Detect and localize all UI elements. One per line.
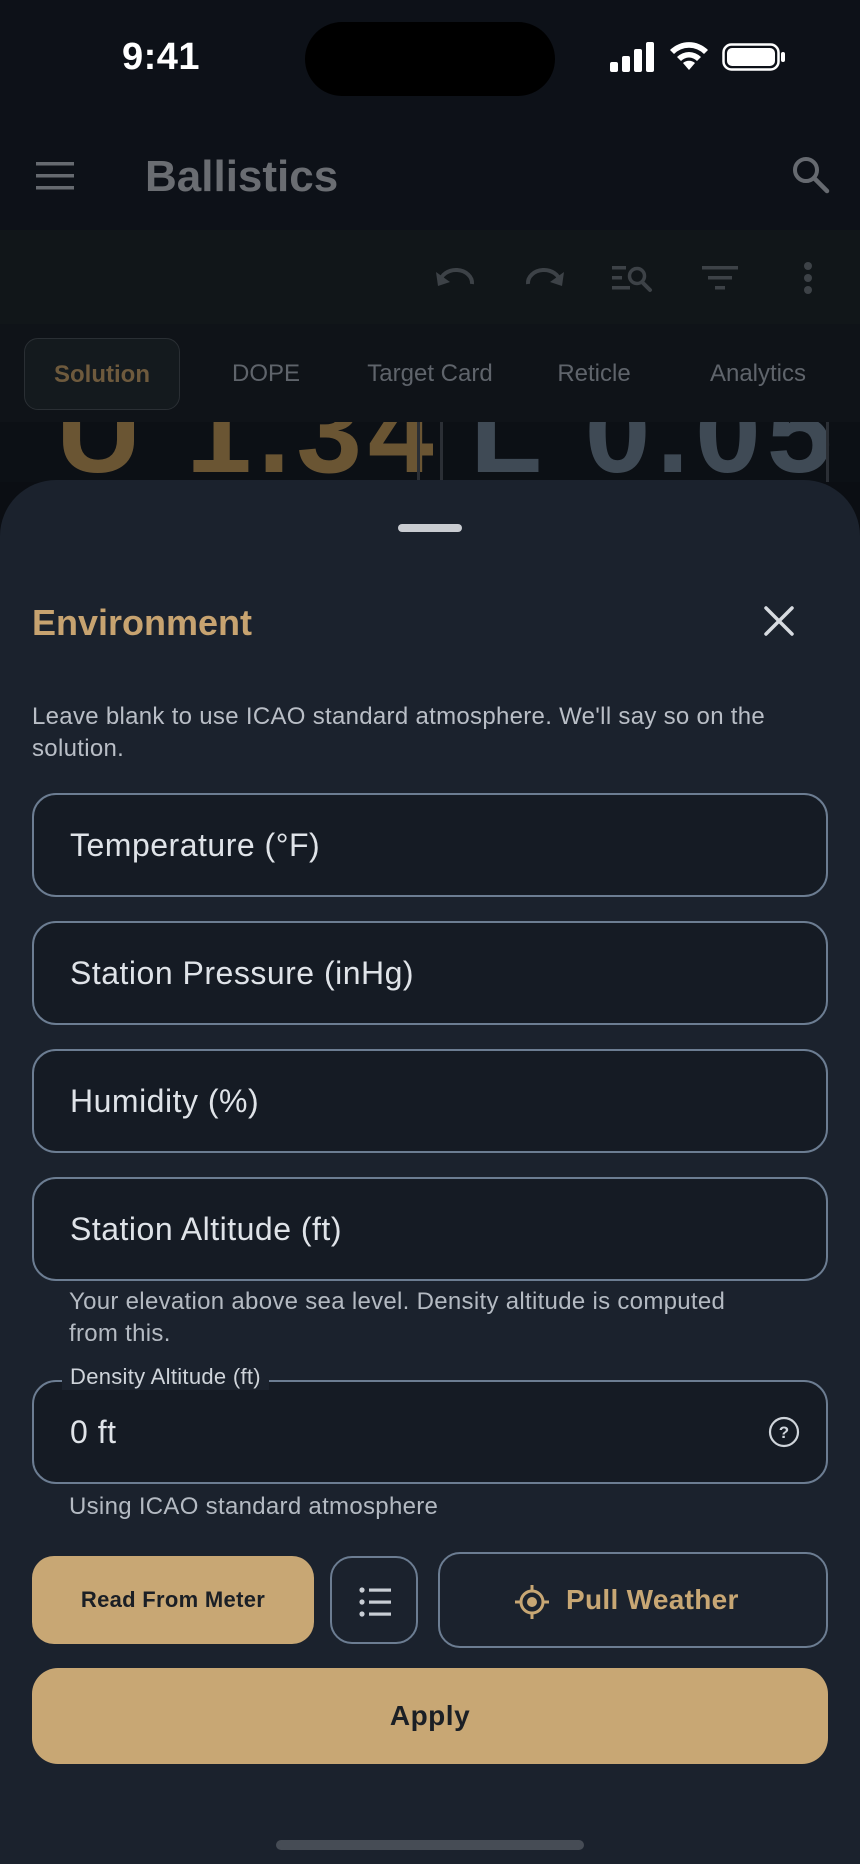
solution-readout: U 1.34 L 0.05 xyxy=(0,422,860,482)
dynamic-island xyxy=(305,22,555,96)
redo-icon[interactable] xyxy=(522,258,566,298)
find-in-list-icon[interactable] xyxy=(610,258,654,298)
temperature-label: Temperature (°F) xyxy=(70,827,321,863)
toolbar xyxy=(0,230,860,324)
more-vert-icon[interactable] xyxy=(786,258,830,298)
windage-readout: L 0.05 xyxy=(470,422,838,482)
elevation-readout: U 1.34 xyxy=(56,422,440,482)
battery-icon xyxy=(722,43,785,71)
home-indicator xyxy=(276,1840,584,1850)
density-altitude-field[interactable]: Density Altitude (ft) 0 ft ? xyxy=(32,1364,828,1484)
app-title: Ballistics xyxy=(145,152,339,201)
station-altitude-field[interactable]: Station Altitude (ft) xyxy=(32,1177,828,1281)
temperature-field[interactable]: Temperature (°F) xyxy=(32,793,828,897)
pull-weather-button[interactable]: Pull Weather xyxy=(438,1552,828,1648)
sheet-description: Leave blank to use ICAO standard atmosph… xyxy=(32,703,766,762)
svg-text:?: ? xyxy=(779,1423,789,1442)
density-helper-text: Using ICAO standard atmosphere xyxy=(69,1493,439,1520)
station-pressure-label: Station Pressure (inHg) xyxy=(70,955,415,991)
cellular-signal-icon xyxy=(610,42,654,72)
pull-weather-label: Pull Weather xyxy=(566,1584,739,1615)
density-altitude-label: Density Altitude (ft) xyxy=(62,1364,269,1390)
status-bar: 9:41 xyxy=(0,0,860,118)
divider xyxy=(417,422,420,482)
undo-icon[interactable] xyxy=(434,258,478,298)
station-altitude-label: Station Altitude (ft) xyxy=(70,1211,342,1247)
sheet-title: Environment xyxy=(32,602,253,643)
status-time: 9:41 xyxy=(122,36,201,78)
apply-button[interactable]: Apply xyxy=(32,1668,828,1764)
density-altitude-value: 0 ft xyxy=(70,1414,117,1450)
app-bar: Ballistics xyxy=(0,118,860,230)
tab-solution[interactable]: Solution xyxy=(24,338,180,410)
humidity-label: Humidity (%) xyxy=(70,1083,260,1119)
help-icon[interactable]: ? xyxy=(768,1416,800,1448)
wifi-icon xyxy=(670,42,708,70)
list-icon xyxy=(359,1587,391,1617)
read-from-meter-button[interactable]: Read From Meter xyxy=(32,1556,314,1644)
tab-bar: Solution DOPE Target Card Reticle Analyt… xyxy=(0,324,860,422)
divider xyxy=(826,422,829,482)
menu-icon[interactable] xyxy=(36,162,76,190)
list-button[interactable] xyxy=(330,1556,418,1644)
environment-sheet: Environment Leave blank to use ICAO stan… xyxy=(0,480,860,1864)
divider xyxy=(440,422,443,482)
altitude-helper-text: Your elevation above sea level. Density … xyxy=(69,1288,726,1347)
tab-dope[interactable]: DOPE xyxy=(210,338,322,410)
sheet-drag-handle[interactable] xyxy=(398,524,462,532)
search-icon[interactable] xyxy=(790,154,830,194)
filter-icon[interactable] xyxy=(698,258,742,298)
tab-target-card[interactable]: Target Card xyxy=(352,338,508,410)
station-pressure-field[interactable]: Station Pressure (inHg) xyxy=(32,921,828,1025)
humidity-field[interactable]: Humidity (%) xyxy=(32,1049,828,1153)
close-icon[interactable] xyxy=(760,602,798,640)
tab-reticle[interactable]: Reticle xyxy=(538,338,650,410)
tab-analytics[interactable]: Analytics xyxy=(690,338,826,410)
location-target-icon xyxy=(515,1585,549,1619)
